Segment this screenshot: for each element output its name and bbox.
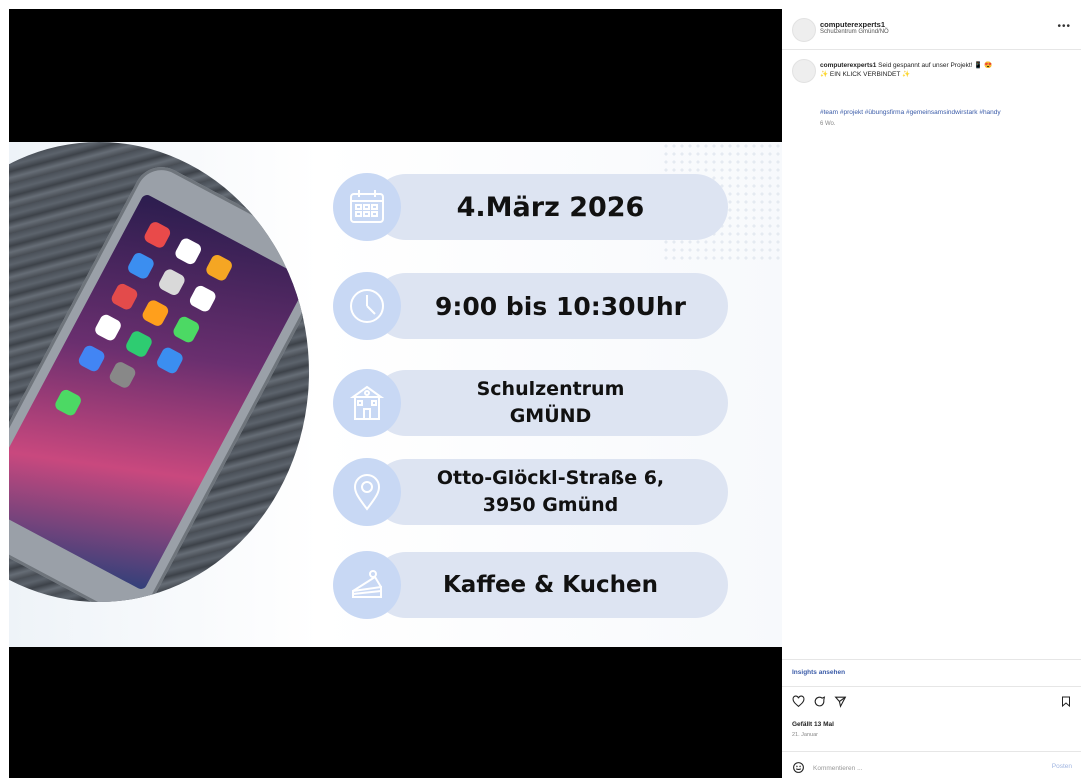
date-row: 4.März 2026 xyxy=(333,172,733,242)
comment-bar: Kommentieren ... xyxy=(792,761,863,776)
venue-line1: Schulzentrum xyxy=(476,378,625,400)
caption: computerexperts1 Seid gespannt auf unser… xyxy=(820,61,1072,79)
share-icon[interactable] xyxy=(834,695,847,713)
time-row: 9:00 bis 10:30Uhr xyxy=(333,271,733,341)
post-comment-button[interactable]: Posten xyxy=(1052,763,1072,770)
post-sidebar: computerexperts1 Schulzentrum Gmünd/NÖ •… xyxy=(782,9,1081,778)
cake-icon xyxy=(333,551,401,619)
extra-row: Kaffee & Kuchen xyxy=(333,550,733,620)
comment-icon[interactable] xyxy=(813,695,826,713)
hashtags[interactable]: #team #projekt #übungsfirma #gemeinsamsi… xyxy=(820,109,1075,116)
heart-icon[interactable] xyxy=(792,695,805,713)
venue-row: Schulzentrum GMÜND xyxy=(333,368,733,438)
insights-link[interactable]: Insights ansehen xyxy=(792,669,845,676)
address-row: Otto-Glöckl-Straße 6, 3950 Gmünd xyxy=(333,457,733,527)
address-line2: 3950 Gmünd xyxy=(482,494,619,516)
venue-line2: GMÜND xyxy=(509,405,592,427)
smartphone-photo xyxy=(9,142,309,602)
caption-avatar[interactable] xyxy=(792,59,816,83)
extra-text: Kaffee & Kuchen xyxy=(373,552,728,618)
caption-text: Seid gespannt auf unser Projekt! 📱 😍 xyxy=(878,62,993,69)
post-media[interactable]: 4.März 2026 9:00 bis 10:30Uhr Schulzentr… xyxy=(9,9,782,778)
caption-username[interactable]: computerexperts1 xyxy=(820,62,876,69)
address-text: Otto-Glöckl-Straße 6, 3950 Gmünd xyxy=(373,459,728,525)
calendar-icon xyxy=(333,173,401,241)
bookmark-icon[interactable] xyxy=(1060,695,1072,713)
post-age: 6 Wo. xyxy=(820,121,836,127)
avatar[interactable] xyxy=(792,18,816,42)
comment-input[interactable]: Kommentieren ... xyxy=(813,765,863,772)
caption-line2: ✨ EIN KLICK VERBINDET ✨ xyxy=(820,71,911,78)
more-options-icon[interactable]: ••• xyxy=(1057,21,1071,32)
venue-text: Schulzentrum GMÜND xyxy=(373,370,728,436)
date-text: 4.März 2026 xyxy=(373,174,728,240)
likes-count[interactable]: Gefällt 13 Mal xyxy=(792,721,834,728)
address-line1: Otto-Glöckl-Straße 6, xyxy=(436,467,665,489)
time-text: 9:00 bis 10:30Uhr xyxy=(373,273,728,339)
clock-icon xyxy=(333,272,401,340)
post-header: computerexperts1 Schulzentrum Gmünd/NÖ •… xyxy=(782,9,1081,50)
school-icon xyxy=(333,369,401,437)
event-slide: 4.März 2026 9:00 bis 10:30Uhr Schulzentr… xyxy=(9,142,782,647)
post-date: 21. Januar xyxy=(792,732,818,738)
action-bar xyxy=(792,695,847,713)
account-name[interactable]: computerexperts1 xyxy=(820,20,889,29)
post-location[interactable]: Schulzentrum Gmünd/NÖ xyxy=(820,29,889,35)
location-pin-icon xyxy=(333,458,401,526)
emoji-icon[interactable] xyxy=(792,761,805,776)
